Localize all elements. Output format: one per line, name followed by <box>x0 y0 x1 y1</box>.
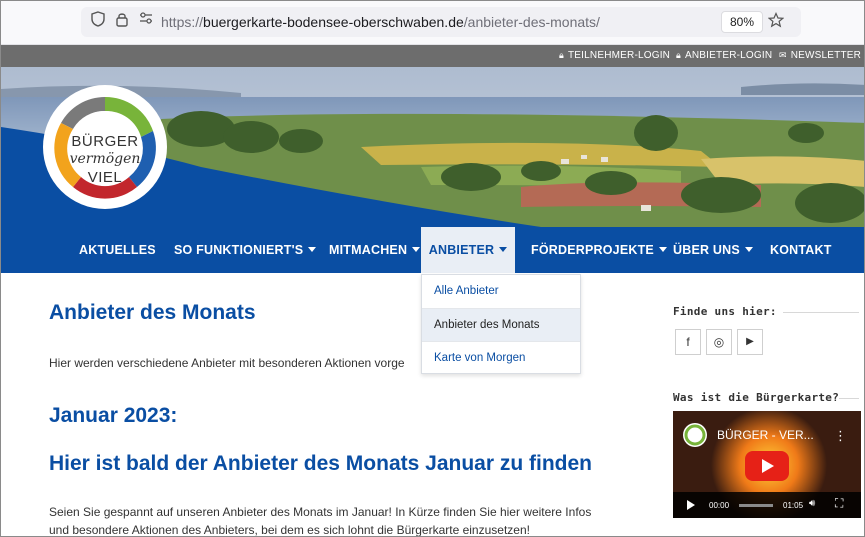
url-scheme: https:// <box>161 14 204 30</box>
permissions-icon[interactable] <box>137 11 155 29</box>
nav-label: ANBIETER <box>428 243 495 257</box>
link-label: ANBIETER-LOGIN <box>685 50 773 61</box>
page-title: Anbieter des Monats <box>49 301 256 324</box>
nav-item-aktuelles[interactable]: AKTUELLES <box>79 227 156 273</box>
volume-icon[interactable]: 🔊︎ <box>809 498 815 509</box>
logo-text-line2: vermögen <box>69 151 141 167</box>
facebook-icon[interactable]: f <box>675 329 701 355</box>
nav-item-ueber-uns[interactable]: ÜBER UNS <box>673 227 753 273</box>
anbieter-login-link[interactable]: 🔒︎ ANBIETER-LOGIN <box>676 50 772 61</box>
lock-icon: 🔒︎ <box>559 50 564 60</box>
nav-label: AKTUELLES <box>79 243 156 257</box>
youtube-icon[interactable]: ▶ <box>737 329 763 355</box>
caret-down-icon <box>308 247 317 252</box>
play-icon <box>762 459 774 473</box>
play-icon[interactable] <box>687 500 695 510</box>
nav-label: KONTAKT <box>770 243 832 257</box>
video-progress-bar[interactable] <box>739 504 773 507</box>
caret-down-icon <box>499 247 508 252</box>
nav-label: MITMACHEN <box>329 243 408 257</box>
nav-item-kontakt[interactable]: KONTAKT <box>770 227 832 273</box>
url-path: /anbieter-des-monats/ <box>463 14 600 30</box>
paragraph-line: Seien Sie gespannt auf unseren Anbieter … <box>49 505 592 519</box>
utility-bar: 🔒︎ TEILNEHMER-LOGIN 🔒︎ ANBIETER-LOGIN ✉ NEW… <box>1 45 864 67</box>
lock-icon: 🔒︎ <box>676 50 681 60</box>
sidebar-heading-what-is: Was ist die Bürgerkarte? <box>673 391 840 404</box>
video-title: BÜRGER - VER... <box>717 428 814 442</box>
logo-text-line1: BÜRGER <box>71 133 139 150</box>
teilnehmer-login-link[interactable]: 🔒︎ TEILNEHMER-LOGIN <box>559 50 670 61</box>
caret-down-icon <box>658 247 667 252</box>
dropdown-item-anbieter-des-monats[interactable]: Anbieter des Monats <box>422 308 580 341</box>
logo-text-line3: VIEL <box>87 169 123 186</box>
play-button[interactable] <box>745 451 789 481</box>
star-icon[interactable] <box>767 12 785 30</box>
video-total-time: 01:05 <box>783 501 804 510</box>
video-current-time: 00:00 <box>709 501 730 510</box>
url-domain: buergerkarte-bodensee-oberschwaben.de <box>203 14 464 30</box>
divider <box>839 398 859 399</box>
section-heading: Hier ist bald der Anbieter des Monats Ja… <box>49 452 592 475</box>
url-text[interactable]: https://buergerkarte-bodensee-oberschwab… <box>161 14 600 30</box>
nav-item-mitmachen[interactable]: MITMACHEN <box>329 227 421 273</box>
instagram-icon[interactable]: ◎ <box>706 329 732 355</box>
dropdown-item-alle-anbieter[interactable]: Alle Anbieter <box>422 275 580 308</box>
more-options-icon[interactable]: ⋮ <box>834 428 847 444</box>
nav-item-so-funktionierts[interactable]: SO FUNKTIONIERT'S <box>174 227 317 273</box>
envelope-icon: ✉ <box>779 50 787 60</box>
browser-toolbar: https://buergerkarte-bodensee-oberschwab… <box>1 1 864 45</box>
nav-item-foerderprojekte[interactable]: FÖRDERPROJEKTE <box>531 227 667 273</box>
lock-icon[interactable] <box>113 11 131 29</box>
link-label: NEWSLETTER <box>790 50 862 61</box>
anbieter-dropdown-menu: Alle Anbieter Anbieter des Monats Karte … <box>421 274 581 374</box>
newsletter-link[interactable]: ✉ NEWSLETTER <box>779 50 861 61</box>
link-label: TEILNEHMER-LOGIN <box>568 50 671 61</box>
browser-window: https://buergerkarte-bodensee-oberschwab… <box>0 0 865 537</box>
shield-icon[interactable] <box>89 11 107 29</box>
caret-down-icon <box>412 247 421 252</box>
nav-label: FÖRDERPROJEKTE <box>531 243 654 257</box>
nav-item-anbieter[interactable]: ANBIETER <box>421 227 515 273</box>
dropdown-item-karte-von-morgen[interactable]: Karte von Morgen <box>422 341 580 374</box>
nav-label: SO FUNKTIONIERT'S <box>174 243 304 257</box>
intro-text: Hier werden verschiedene Anbieter mit be… <box>49 356 405 370</box>
main-navigation: AKTUELLES SO FUNKTIONIERT'S MITMACHEN AN… <box>1 227 864 273</box>
month-heading: Januar 2023: <box>49 404 178 427</box>
zoom-level-button[interactable]: 80% <box>721 11 763 33</box>
divider <box>783 312 859 313</box>
paragraph-line: und besondere Aktionen des Anbieters, be… <box>49 523 530 537</box>
nav-label: ÜBER UNS <box>673 243 740 257</box>
video-player[interactable]: BÜRGER - VER... ⋮ 00:00 01:05 🔊︎ ⛶ <box>673 411 861 518</box>
video-controls: 00:00 01:05 🔊︎ ⛶ <box>673 492 861 518</box>
caret-down-icon <box>744 247 753 252</box>
sidebar-heading-find-us: Finde uns hier: <box>673 305 777 318</box>
fullscreen-icon[interactable]: ⛶ <box>835 496 843 511</box>
